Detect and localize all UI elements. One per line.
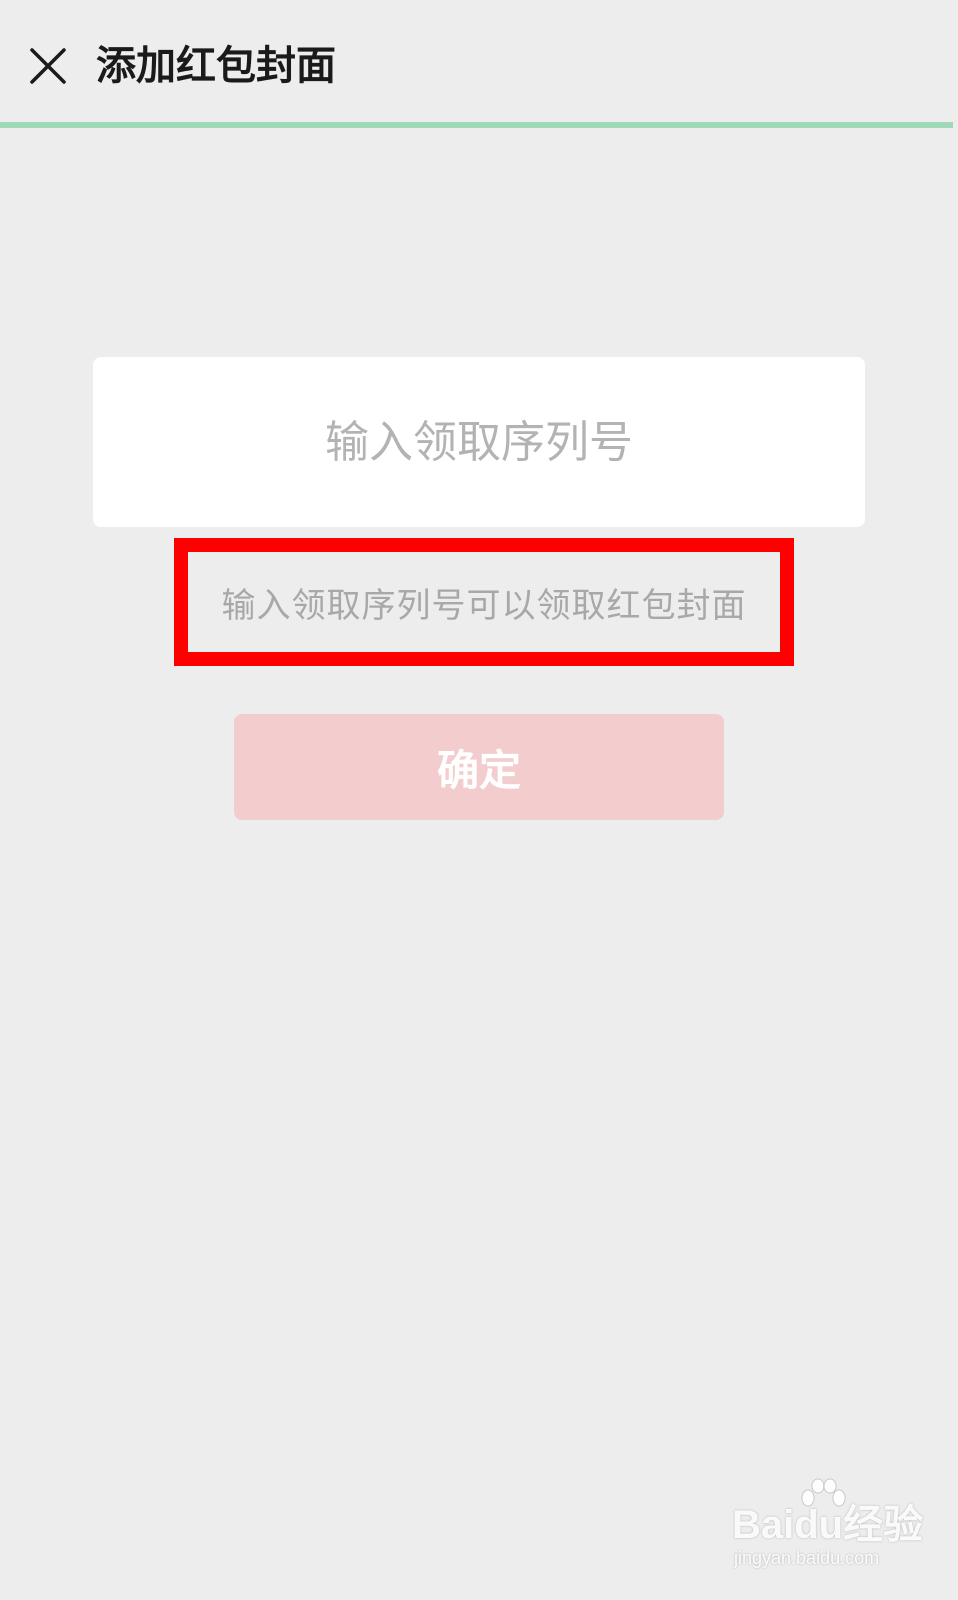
serial-number-input[interactable] [93,357,865,527]
add-red-packet-cover-page: 添加红包封面 输入领取序列号可以领取红包封面 确定 Baidu经验 jingya… [0,0,958,1600]
watermark-logo-text: Baidu经验 [732,1503,924,1547]
watermark-url: jingyan.baidu.com [734,1548,880,1568]
hint-text: 输入领取序列号可以领取红包封面 [221,585,747,626]
top-bar: 添加红包封面 [0,0,958,124]
confirm-button[interactable]: 确定 [234,714,724,820]
loading-progress-line [0,122,953,128]
close-icon [30,48,66,84]
close-button[interactable] [22,40,74,92]
hint-highlight-box: 输入领取序列号可以领取红包封面 [174,538,794,666]
page-title: 添加红包封面 [96,43,336,89]
serial-input-card [93,357,865,527]
baidu-jingyan-watermark: Baidu经验 jingyan.baidu.com [732,1478,923,1580]
